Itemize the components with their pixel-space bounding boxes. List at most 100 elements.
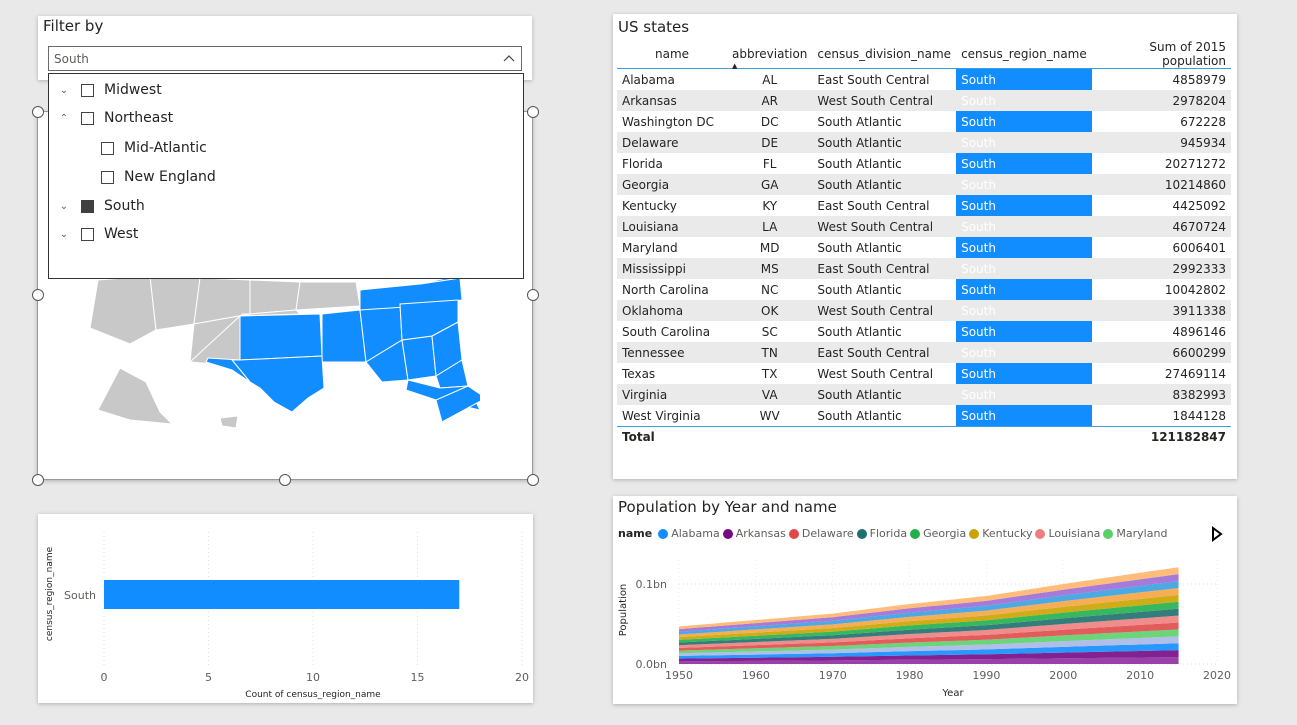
- table-row[interactable]: West Virginia WV South Atlantic South 184412…: [617, 405, 1231, 427]
- cell-name: Arkansas: [617, 90, 727, 111]
- legend-item[interactable]: Alabama: [658, 527, 720, 540]
- table-row[interactable]: Tennessee TN East South Central South 660029…: [617, 342, 1231, 363]
- legend-item[interactable]: Delaware: [788, 527, 854, 540]
- cell-division: South Atlantic: [817, 324, 902, 339]
- table-row[interactable]: Delaware DE South Atlantic South 945934: [617, 132, 1231, 153]
- table-row[interactable]: Alabama AL East South Central South 4858979: [617, 68, 1231, 90]
- column-header-name[interactable]: name: [617, 40, 727, 69]
- column-header-census-region[interactable]: census_region_name: [956, 40, 1092, 69]
- column-header-abbreviation[interactable]: abbreviation ▲: [727, 40, 813, 70]
- checkbox-checked[interactable]: [81, 199, 94, 213]
- table-row[interactable]: Louisiana LA West South Central South 467072…: [617, 216, 1231, 237]
- cell-name: Alabama: [622, 72, 675, 87]
- table-row[interactable]: Mississippi MS East South Central South 2992…: [617, 258, 1231, 279]
- filter-item-northeast[interactable]: ⌃ Northeast: [57, 107, 173, 129]
- table-row[interactable]: North Carolina NC South Atlantic South 10042…: [617, 279, 1231, 300]
- chevron-up-icon[interactable]: ⌃: [57, 113, 71, 124]
- cell-division: South Atlantic: [817, 114, 902, 129]
- y-axis-title: census_region_name: [45, 546, 55, 641]
- filter-item-label: South: [104, 198, 145, 214]
- table-row[interactable]: Georgia GA South Atlantic South 10214860: [617, 174, 1231, 195]
- cell-abbreviation: VA: [727, 384, 813, 405]
- cell-region: South: [956, 111, 1092, 132]
- cell-population: 2978204: [1091, 90, 1231, 111]
- cell-name: Texas: [622, 366, 656, 381]
- table-row[interactable]: Arkansas AR West South Central South 2978204: [617, 90, 1231, 111]
- checkbox[interactable]: [81, 111, 94, 125]
- x-tick-label: 2000: [1049, 669, 1077, 682]
- chevron-down-icon[interactable]: ⌄: [57, 229, 71, 240]
- cell-population: 945934: [1091, 132, 1231, 153]
- resize-handle-ml[interactable]: [32, 289, 44, 301]
- checkbox[interactable]: [101, 141, 114, 155]
- chevron-up-icon[interactable]: [503, 47, 515, 71]
- legend-item[interactable]: Georgia: [910, 527, 966, 540]
- cell-abbreviation: NC: [761, 282, 779, 297]
- table-title: US states: [618, 18, 690, 36]
- cell-abbreviation: WV: [759, 408, 780, 423]
- legend-item[interactable]: Florida: [856, 527, 907, 540]
- table-row[interactable]: Texas TX West South Central South 27469114: [617, 363, 1231, 384]
- legend-dot: [788, 528, 799, 539]
- legend-item[interactable]: Maryland: [1103, 527, 1167, 540]
- resize-handle-bm[interactable]: [279, 474, 291, 486]
- cell-region: South: [956, 68, 1092, 90]
- x-tick-label: 2010: [1126, 669, 1154, 682]
- resize-handle-bl[interactable]: [32, 474, 44, 486]
- resize-handle-tl[interactable]: [32, 106, 44, 118]
- x-tick-label: 15: [411, 671, 425, 684]
- cell-region: South: [956, 279, 1092, 300]
- table-row[interactable]: Maryland MD South Atlantic South 6006401: [617, 237, 1231, 258]
- us-map[interactable]: [60, 270, 480, 440]
- cell-population: 4425092: [1172, 198, 1226, 213]
- sort-ascending-icon: ▲: [732, 62, 738, 70]
- column-header-census-division[interactable]: census_division_name: [812, 40, 957, 69]
- cell-division: South Atlantic: [812, 132, 957, 153]
- table-row[interactable]: Kentucky KY East South Central South 4425092: [617, 195, 1231, 216]
- bar-chart[interactable]: 0 5 10 15 20 South Count of census_region_name…: [38, 514, 533, 703]
- cell-abbreviation: FL: [762, 156, 777, 171]
- area-chart[interactable]: 0.0bn 0.1bn 1950 1960 1970 1980 1990 2000 2010 20…: [613, 548, 1237, 704]
- cell-name: Mississippi: [617, 258, 727, 279]
- resize-handle-mr[interactable]: [527, 289, 539, 301]
- checkbox[interactable]: [101, 170, 114, 184]
- resize-handle-tr[interactable]: [527, 106, 539, 118]
- filter-item-mid-atlantic[interactable]: Mid-Atlantic: [101, 137, 207, 159]
- filter-item-midwest[interactable]: ⌄ Midwest: [57, 79, 162, 101]
- table-row[interactable]: Oklahoma OK West South Central South 3911338: [617, 300, 1231, 321]
- bar[interactable]: [104, 580, 460, 609]
- cell-population: 10214860: [1091, 174, 1231, 195]
- checkbox[interactable]: [81, 83, 94, 97]
- legend-item[interactable]: Louisiana: [1035, 527, 1100, 540]
- legend-item[interactable]: Arkansas: [722, 527, 786, 540]
- cell-population: 10042802: [1164, 282, 1226, 297]
- filter-dropdown-box[interactable]: South: [48, 46, 522, 71]
- filter-item-new-england[interactable]: New England: [101, 166, 216, 188]
- checkbox[interactable]: [81, 227, 94, 241]
- cell-region: South: [956, 342, 1092, 363]
- table-row[interactable]: South Carolina SC South Atlantic South 48961…: [617, 321, 1231, 342]
- table-row[interactable]: Virginia VA South Atlantic South 8382993: [617, 384, 1231, 405]
- cell-population: 6600299: [1091, 342, 1231, 363]
- legend-item[interactable]: Kentucky: [969, 527, 1032, 540]
- cell-division: South Atlantic: [817, 282, 902, 297]
- filter-dropdown-list: ⌄ Midwest ⌃ Northeast Mid-Atlantic New E…: [48, 73, 524, 279]
- legend-label: Georgia: [923, 527, 967, 540]
- column-header-label: abbreviation: [732, 47, 808, 61]
- cell-region: South: [956, 363, 1092, 384]
- x-tick-label: 0: [101, 671, 108, 684]
- legend-label: Kentucky: [982, 527, 1033, 540]
- filter-item-south[interactable]: ⌄ South: [57, 195, 145, 217]
- filter-item-west[interactable]: ⌄ West: [57, 223, 139, 245]
- cell-region: South: [956, 216, 1092, 237]
- resize-handle-br[interactable]: [527, 474, 539, 486]
- legend-next-icon[interactable]: [1211, 526, 1223, 546]
- area-chart-legend: name Alabama Arkansas Delaware Florida Georg…: [618, 527, 1170, 540]
- chevron-down-icon[interactable]: ⌄: [57, 85, 71, 96]
- table-row[interactable]: Florida FL South Atlantic South 20271272: [617, 153, 1231, 174]
- table-total-row: Total 121182847: [617, 426, 1231, 447]
- column-header-population[interactable]: Sum of 2015 population: [1091, 40, 1231, 69]
- filter-item-label: Midwest: [104, 82, 162, 98]
- chevron-down-icon[interactable]: ⌄: [57, 201, 71, 212]
- table-row[interactable]: Washington DC DC South Atlantic South 672228: [617, 111, 1231, 132]
